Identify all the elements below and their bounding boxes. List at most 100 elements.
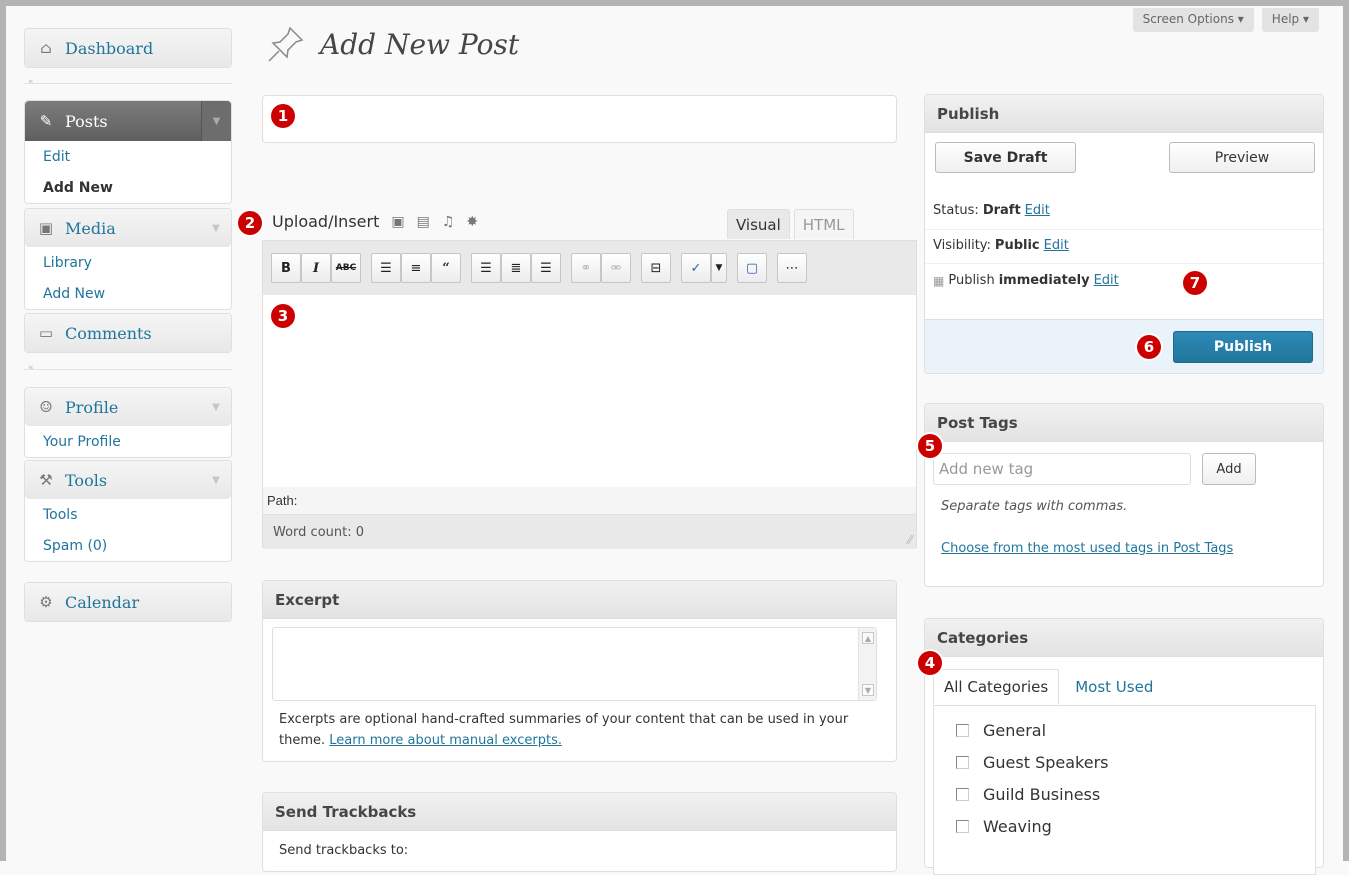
menu-profile[interactable]: ☺ Profile ▼ Your Profile xyxy=(24,387,232,458)
add-video-icon[interactable]: ▤ xyxy=(417,214,430,230)
blockquote-icon[interactable]: “ xyxy=(431,253,461,283)
users-icon: ☺ xyxy=(39,398,53,416)
menu-tools[interactable]: ⚒ Tools ▼ Tools Spam (0) xyxy=(24,460,232,562)
resize-handle-icon[interactable]: ⁄⁄ xyxy=(908,533,912,547)
status-label: Status: xyxy=(933,203,979,218)
help-tab[interactable]: Help ▾ xyxy=(1261,8,1319,32)
spellcheck-icon[interactable]: ✓ xyxy=(681,253,711,283)
menu-separator xyxy=(24,83,232,84)
category-item[interactable]: General xyxy=(934,714,1315,746)
submenu-tools[interactable]: Tools xyxy=(25,499,231,530)
checkbox[interactable] xyxy=(956,787,969,801)
category-item[interactable]: Guest Speakers xyxy=(934,746,1315,778)
categories-title[interactable]: Categories xyxy=(925,619,1323,657)
editor-content-area[interactable] xyxy=(263,295,916,487)
add-audio-icon[interactable]: ♫ xyxy=(442,214,455,230)
chevron-down-icon[interactable]: ▼ xyxy=(201,101,231,141)
publish-button[interactable]: Publish xyxy=(1173,331,1313,363)
status-edit-link[interactable]: Edit xyxy=(1025,203,1050,218)
strikethrough-button[interactable]: ABC xyxy=(331,253,361,283)
italic-button[interactable]: I xyxy=(301,253,331,283)
submenu-library[interactable]: Library xyxy=(25,247,231,278)
chevron-down-icon[interactable]: ▼ xyxy=(201,461,231,499)
trackbacks-title[interactable]: Send Trackbacks xyxy=(263,793,896,831)
menu-media-label: Media xyxy=(65,218,116,238)
submenu-media-add-new[interactable]: Add New xyxy=(25,278,231,309)
add-media-icon[interactable]: ✸ xyxy=(466,214,478,230)
tab-html[interactable]: HTML xyxy=(793,209,854,239)
submenu-edit[interactable]: Edit xyxy=(25,141,231,172)
pin-icon: ✎ xyxy=(39,112,53,130)
pushpin-icon xyxy=(268,26,304,62)
excerpt-title[interactable]: Excerpt xyxy=(263,581,896,619)
unlink-icon[interactable]: ⚮ xyxy=(601,253,631,283)
checkbox[interactable] xyxy=(956,723,969,737)
collapse-dot[interactable]: « xyxy=(28,363,34,373)
kitchen-sink-icon[interactable]: ⋯ xyxy=(777,253,807,283)
visibility-value: Public xyxy=(994,238,1040,253)
menu-calendar[interactable]: ⚙ Calendar xyxy=(24,582,232,622)
category-list: General Guest Speakers Guild Business We… xyxy=(933,705,1316,875)
bold-button[interactable]: B xyxy=(271,253,301,283)
align-left-icon[interactable]: ☰ xyxy=(471,253,501,283)
submenu-spam[interactable]: Spam (0) xyxy=(25,530,231,561)
insert-more-icon[interactable]: ⊟ xyxy=(641,253,671,283)
excerpt-box: Excerpt ▲ ▼ Excerpts are optional hand-c… xyxy=(262,580,897,762)
checkbox[interactable] xyxy=(956,755,969,769)
excerpt-learn-more-link[interactable]: Learn more about manual excerpts. xyxy=(329,733,562,748)
publish-title[interactable]: Publish xyxy=(925,95,1323,133)
post-title-input[interactable] xyxy=(262,95,897,143)
marker-5: 5 xyxy=(918,434,942,458)
category-item[interactable]: Guild Business xyxy=(934,778,1315,810)
checkbox[interactable] xyxy=(956,819,969,833)
preview-button[interactable]: Preview xyxy=(1169,142,1315,173)
trackbacks-label: Send trackbacks to: xyxy=(279,843,409,858)
submenu-your-profile[interactable]: Your Profile xyxy=(25,426,231,457)
tab-visual[interactable]: Visual xyxy=(727,209,790,239)
align-right-icon[interactable]: ☰ xyxy=(531,253,561,283)
schedule-edit-link[interactable]: Edit xyxy=(1094,273,1119,288)
add-image-icon[interactable]: ▣ xyxy=(391,214,404,230)
menu-posts[interactable]: ✎ Posts ▼ Edit Add New xyxy=(24,100,232,204)
visibility-edit-link[interactable]: Edit xyxy=(1044,238,1069,253)
menu-dashboard[interactable]: ⌂ Dashboard xyxy=(24,28,232,68)
publish-actions: Publish xyxy=(925,319,1323,373)
publish-box: Publish Save Draft Preview Status: Draft… xyxy=(924,94,1324,374)
comment-icon: ▭ xyxy=(38,324,54,342)
chevron-down-icon[interactable]: ▼ xyxy=(201,209,231,247)
numbered-list-icon[interactable]: ≡ xyxy=(401,253,431,283)
scroll-down-icon[interactable]: ▼ xyxy=(862,684,874,696)
category-label: Guest Speakers xyxy=(983,752,1109,772)
menu-separator xyxy=(24,369,232,370)
calendar-icon: ▦ xyxy=(933,273,945,288)
tab-most-used[interactable]: Most Used xyxy=(1059,669,1163,705)
post-tags-title[interactable]: Post Tags xyxy=(925,404,1323,442)
menu-media[interactable]: ▣ Media ▼ Library Add New xyxy=(24,208,232,310)
most-used-tags-link[interactable]: Choose from the most used tags in Post T… xyxy=(941,539,1291,559)
add-tag-button[interactable]: Add xyxy=(1202,453,1256,485)
new-tag-input[interactable]: Add new tag xyxy=(933,453,1191,485)
bullet-list-icon[interactable]: ☰ xyxy=(371,253,401,283)
spellcheck-dropdown-icon[interactable]: ▼ xyxy=(711,253,727,283)
menu-comments[interactable]: ▭ Comments xyxy=(24,313,232,353)
page-heading: Add New Post xyxy=(266,24,519,64)
category-item[interactable]: Weaving xyxy=(934,810,1315,842)
fullscreen-icon[interactable]: ▢ xyxy=(737,253,767,283)
schedule-label: Publish xyxy=(948,273,995,288)
link-icon[interactable]: ⚭ xyxy=(571,253,601,283)
menu-profile-label: Profile xyxy=(65,397,119,417)
divider xyxy=(925,263,1323,264)
save-draft-button[interactable]: Save Draft xyxy=(935,142,1076,173)
excerpt-textarea[interactable]: ▲ ▼ xyxy=(272,627,877,701)
chevron-down-icon[interactable]: ▼ xyxy=(201,388,231,426)
submenu-add-new[interactable]: Add New xyxy=(25,172,231,203)
screen-options-tab[interactable]: Screen Options ▾ xyxy=(1132,8,1254,32)
tab-all-categories[interactable]: All Categories xyxy=(933,669,1060,705)
scrollbar[interactable]: ▲ ▼ xyxy=(858,628,876,700)
post-editor: B I ABC ☰ ≡ “ ☰ ≣ ☰ ⚭ ⚮ ⊟ ✓ ▼ ▢ ⋯ Path: … xyxy=(262,240,917,549)
marker-6: 6 xyxy=(1137,335,1161,359)
scroll-up-icon[interactable]: ▲ xyxy=(862,632,874,644)
collapse-dot[interactable]: « xyxy=(28,77,34,87)
editor-toolbar: B I ABC ☰ ≡ “ ☰ ≣ ☰ ⚭ ⚮ ⊟ ✓ ▼ ▢ ⋯ xyxy=(263,241,916,295)
align-center-icon[interactable]: ≣ xyxy=(501,253,531,283)
